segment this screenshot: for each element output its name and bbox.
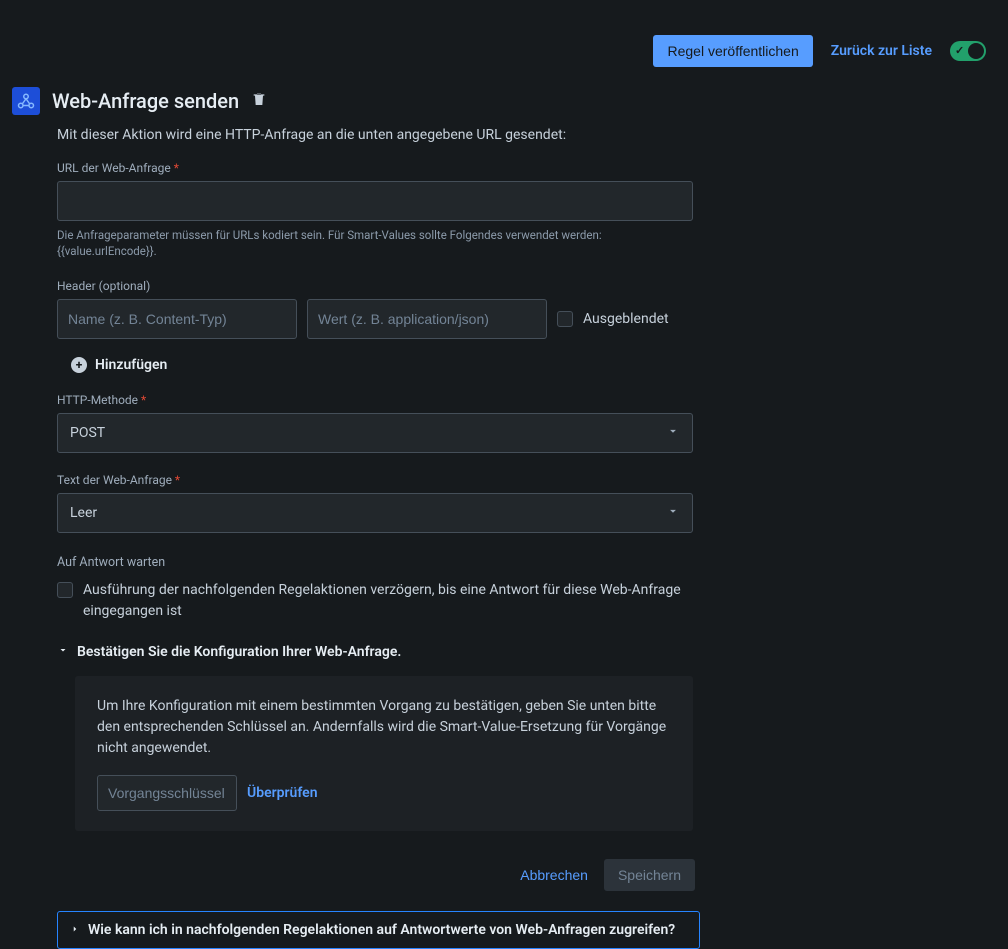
- verify-button[interactable]: Überprüfen: [247, 785, 318, 801]
- http-method-label: HTTP-Methode *: [57, 393, 700, 407]
- url-helper-text: Die Anfrageparameter müssen für URLs kod…: [57, 227, 700, 259]
- back-to-list-link[interactable]: Zurück zur Liste: [831, 43, 932, 59]
- header-hidden-checkbox[interactable]: [557, 311, 573, 327]
- delay-description: Ausführung der nachfolgenden Regelaktion…: [83, 580, 683, 622]
- header-value-input[interactable]: [307, 299, 547, 339]
- cancel-button[interactable]: Abbrechen: [508, 859, 600, 891]
- save-button[interactable]: Speichern: [604, 859, 695, 891]
- rule-enabled-toggle[interactable]: ✓: [950, 41, 986, 61]
- wait-section-label: Auf Antwort warten: [57, 555, 700, 570]
- toggle-knob: [968, 43, 984, 59]
- body-label: Text der Web-Anfrage *: [57, 473, 700, 487]
- url-label: URL der Web-Anfrage *: [57, 161, 700, 175]
- publish-rule-button[interactable]: Regel veröffentlichen: [653, 35, 812, 67]
- delete-action-button[interactable]: [251, 91, 267, 111]
- chevron-down-icon: [666, 424, 680, 442]
- header-name-input[interactable]: [57, 299, 297, 339]
- chevron-down-icon: [666, 504, 680, 522]
- confirm-config-panel: Um Ihre Konfiguration mit einem bestimmt…: [75, 676, 693, 831]
- issue-key-input[interactable]: [97, 775, 237, 811]
- confirm-description: Um Ihre Konfiguration mit einem bestimmt…: [97, 696, 671, 759]
- url-input[interactable]: [57, 181, 693, 221]
- chevron-down-icon: [57, 644, 69, 660]
- chevron-right-icon: [70, 922, 80, 938]
- delay-checkbox[interactable]: [57, 582, 73, 598]
- help-expander[interactable]: Wie kann ich in nachfolgenden Regelaktio…: [57, 911, 700, 949]
- body-select[interactable]: Leer: [57, 493, 693, 533]
- header-hidden-label: Ausgeblendet: [583, 311, 669, 327]
- webhook-icon: [12, 87, 40, 115]
- http-method-select[interactable]: POST: [57, 413, 693, 453]
- add-header-button[interactable]: + Hinzufügen: [71, 357, 167, 373]
- confirm-config-expander[interactable]: Bestätigen Sie die Konfiguration Ihrer W…: [57, 644, 700, 660]
- page-description: Mit dieser Aktion wird eine HTTP-Anfrage…: [57, 127, 700, 143]
- toggle-check-icon: ✓: [955, 44, 964, 57]
- plus-icon: +: [71, 357, 87, 373]
- headers-label: Header (optional): [57, 279, 700, 293]
- page-title: Web-Anfrage senden: [52, 89, 239, 113]
